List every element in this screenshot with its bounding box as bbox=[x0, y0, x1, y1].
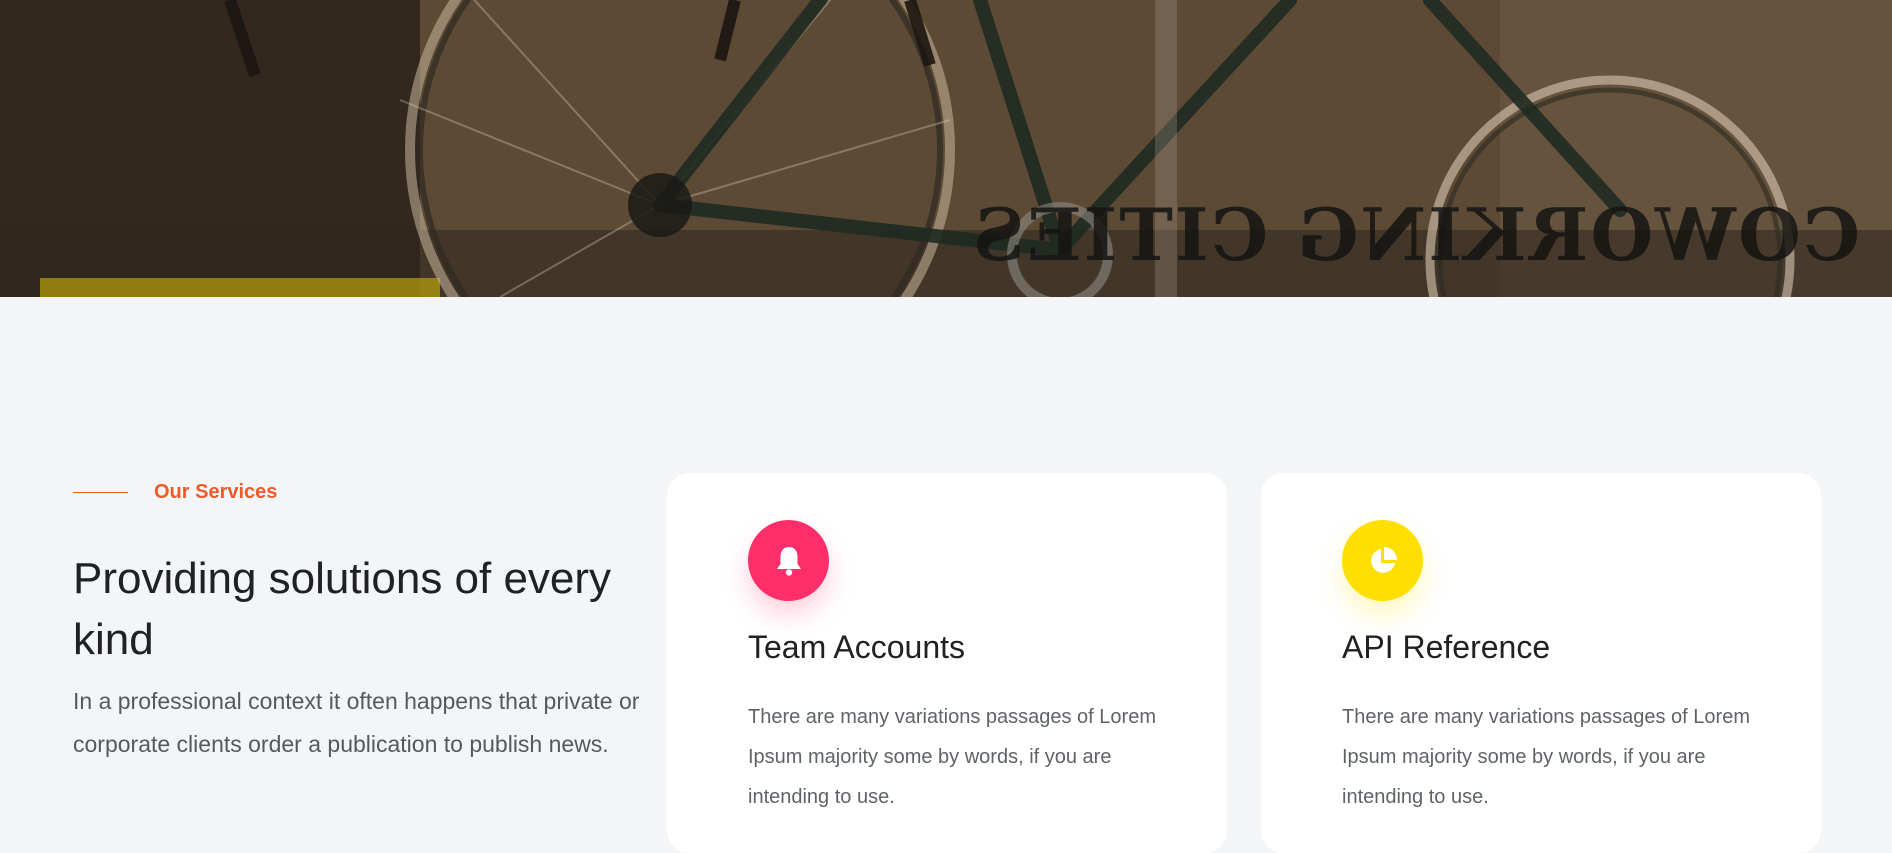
tag-divider-line bbox=[73, 491, 128, 493]
card-description: There are many variations passages of Lo… bbox=[1342, 706, 1750, 808]
pie-chart-icon bbox=[1370, 546, 1397, 573]
section-headline: Providing solutions of every kind bbox=[73, 554, 612, 664]
bell-icon bbox=[776, 546, 801, 576]
card-title: API Reference bbox=[1342, 629, 1551, 665]
card-icon-badge bbox=[1342, 520, 1423, 601]
section-tag-label: Our Services bbox=[154, 480, 278, 503]
service-card-team-accounts[interactable]: Team Accounts There are many variations … bbox=[667, 473, 1227, 853]
card-icon-badge bbox=[748, 520, 829, 601]
service-card-api-reference[interactable]: API Reference There are many variations … bbox=[1261, 473, 1821, 853]
section-lead-text: In a professional context it often happe… bbox=[73, 688, 640, 757]
card-description: There are many variations passages of Lo… bbox=[748, 706, 1156, 808]
section-tag: Our Services bbox=[73, 478, 277, 506]
hero-sign-text: COWORKING CITIES bbox=[970, 192, 1860, 277]
card-title: Team Accounts bbox=[748, 629, 965, 665]
hero-banner-image: COWORKING CITIES bbox=[0, 0, 1892, 297]
